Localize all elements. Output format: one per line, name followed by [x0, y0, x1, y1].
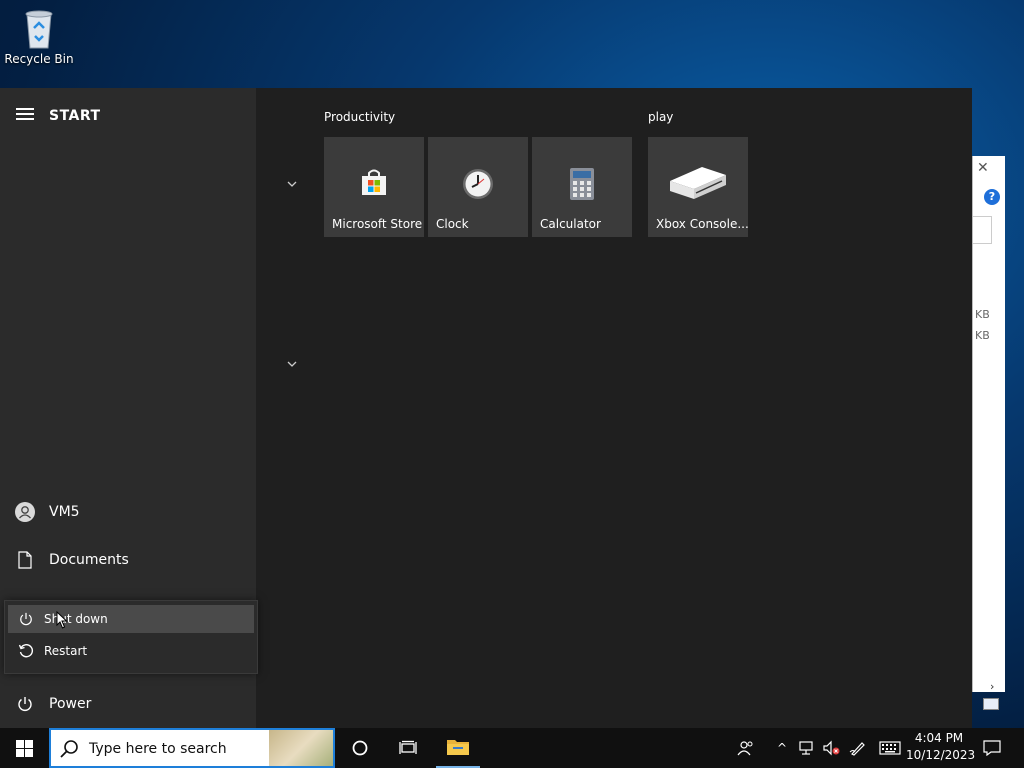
start-button[interactable]: [0, 728, 48, 768]
xbox-console-icon: [670, 167, 726, 199]
scroll-right-icon[interactable]: ›: [990, 680, 994, 693]
tile-xbox-console[interactable]: Xbox Console...: [648, 137, 749, 237]
tile-microsoft-store[interactable]: Microsoft Store: [324, 137, 424, 237]
windows-logo-icon: [15, 739, 33, 757]
tile-label: Calculator: [540, 217, 601, 231]
restart-option[interactable]: Restart: [8, 637, 254, 665]
mouse-cursor-icon: [56, 611, 68, 629]
tile-calculator[interactable]: Calculator: [532, 137, 632, 237]
cortana-button[interactable]: [338, 728, 382, 768]
taskbar: Type here to search ^ 4:04 PM 10/12/2023: [0, 728, 1024, 768]
background-window[interactable]: ✕ ? KB KB ›: [972, 156, 1005, 710]
taskbar-search-box[interactable]: Type here to search: [49, 728, 335, 768]
volume-muted-icon: [823, 740, 840, 756]
documents-button[interactable]: Documents: [0, 542, 256, 578]
store-icon: [362, 169, 386, 195]
file-size-unit: KB: [975, 329, 990, 342]
start-menu: START VM5 Documents Power Shut down Rest…: [0, 88, 972, 728]
power-options-menu: Shut down Restart: [4, 600, 258, 674]
task-view-icon: [399, 740, 417, 754]
recycle-bin-label: Recycle Bin: [4, 52, 74, 66]
restart-label: Restart: [44, 644, 88, 658]
show-hidden-icons-button[interactable]: ^: [772, 728, 792, 768]
chevron-up-icon: ^: [776, 741, 788, 755]
power-label: Power: [49, 696, 92, 712]
chevron-down-icon[interactable]: [286, 180, 298, 188]
recycle-bin-icon: [25, 10, 53, 49]
clock-date: 10/12/2023: [906, 748, 976, 762]
notification-icon: [983, 740, 1001, 756]
calculator-icon: [570, 168, 594, 200]
tile-label: Xbox Console...: [656, 217, 749, 231]
view-toggle-icon[interactable]: [983, 698, 999, 710]
start-title: START: [49, 108, 101, 124]
file-size-unit: KB: [975, 308, 990, 321]
people-icon: [737, 741, 753, 756]
group-title-productivity[interactable]: Productivity: [324, 110, 395, 124]
hamburger-menu-icon[interactable]: [16, 108, 34, 122]
tile-label: Microsoft Store: [332, 217, 423, 231]
shut-down-label: Shut down: [44, 612, 108, 626]
group-title-play[interactable]: play: [648, 110, 673, 124]
pen-workspace-button[interactable]: [846, 728, 870, 768]
task-view-button[interactable]: [386, 728, 430, 768]
power-icon: [17, 697, 32, 711]
volume-button[interactable]: [820, 728, 842, 768]
people-button[interactable]: [734, 728, 758, 768]
network-button[interactable]: [796, 728, 818, 768]
address-field[interactable]: [973, 216, 992, 244]
network-icon: [799, 741, 813, 755]
documents-label: Documents: [49, 552, 129, 568]
search-placeholder: Type here to search: [89, 741, 227, 757]
search-icon: [60, 740, 78, 758]
keyboard-icon: [879, 741, 901, 755]
taskbar-clock[interactable]: 4:04 PM 10/12/2023: [906, 730, 976, 764]
file-explorer-button[interactable]: [436, 728, 480, 768]
shut-down-option[interactable]: Shut down: [8, 605, 254, 633]
recycle-bin-desktop-icon[interactable]: Recycle Bin: [4, 6, 74, 66]
tile-label: Clock: [436, 217, 469, 231]
user-avatar-icon: [14, 502, 35, 522]
power-icon: [20, 612, 32, 626]
touch-keyboard-button[interactable]: [876, 728, 904, 768]
user-account-button[interactable]: VM5: [0, 494, 256, 530]
clock-time: 4:04 PM: [914, 731, 964, 745]
search-highlight-image: [269, 730, 333, 766]
folder-icon: [447, 740, 469, 755]
tile-clock[interactable]: Clock: [428, 137, 528, 237]
restart-icon: [18, 644, 34, 658]
document-icon: [17, 551, 32, 569]
power-button[interactable]: Power: [0, 686, 256, 722]
cortana-circle-icon: [352, 740, 368, 756]
pen-icon: [849, 742, 865, 756]
clock-icon: [463, 169, 493, 199]
user-name: VM5: [49, 504, 80, 520]
action-center-button[interactable]: [980, 728, 1004, 768]
close-icon[interactable]: ✕: [977, 160, 989, 176]
chevron-down-icon[interactable]: [286, 360, 298, 368]
help-icon[interactable]: ?: [984, 189, 1000, 205]
